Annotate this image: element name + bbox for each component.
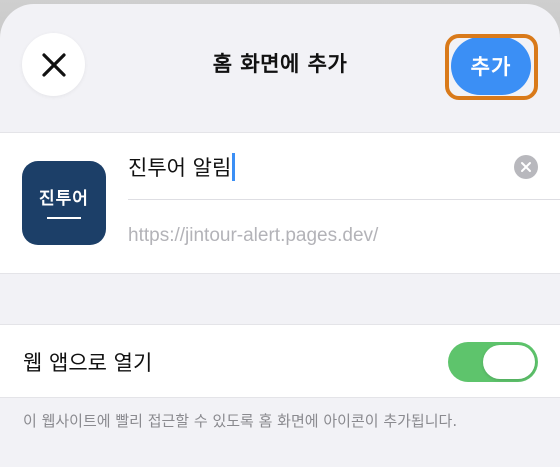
app-name-input[interactable]: 진투어 알림 <box>128 147 508 187</box>
clear-name-button[interactable] <box>514 155 538 179</box>
web-app-setting-card: 웹 앱으로 열기 <box>0 324 560 398</box>
app-info-card: 진투어 진투어 알림 https://jintour-alert.pages.d… <box>0 132 560 274</box>
text-caret <box>232 153 236 181</box>
add-to-home-sheet: 홈 화면에 추가 추가 진투어 진투어 알림 https://jintour-a… <box>0 4 560 467</box>
sheet-header: 홈 화면에 추가 추가 <box>0 4 560 132</box>
add-button-highlight <box>445 34 538 100</box>
field-divider <box>128 199 560 200</box>
app-url: https://jintour-alert.pages.dev/ <box>128 225 379 246</box>
open-as-web-app-toggle[interactable] <box>448 342 538 382</box>
app-icon: 진투어 <box>22 161 106 245</box>
footnote-text: 이 웹사이트에 빨리 접근할 수 있도록 홈 화면에 아이콘이 추가됩니다. <box>23 412 458 430</box>
toggle-knob <box>483 345 535 379</box>
clear-icon <box>521 162 531 172</box>
app-name-value: 진투어 알림 <box>128 156 232 180</box>
open-as-web-app-label: 웹 앱으로 열기 <box>23 351 153 375</box>
app-icon-label: 진투어 <box>39 188 89 209</box>
app-icon-underline <box>47 216 81 219</box>
